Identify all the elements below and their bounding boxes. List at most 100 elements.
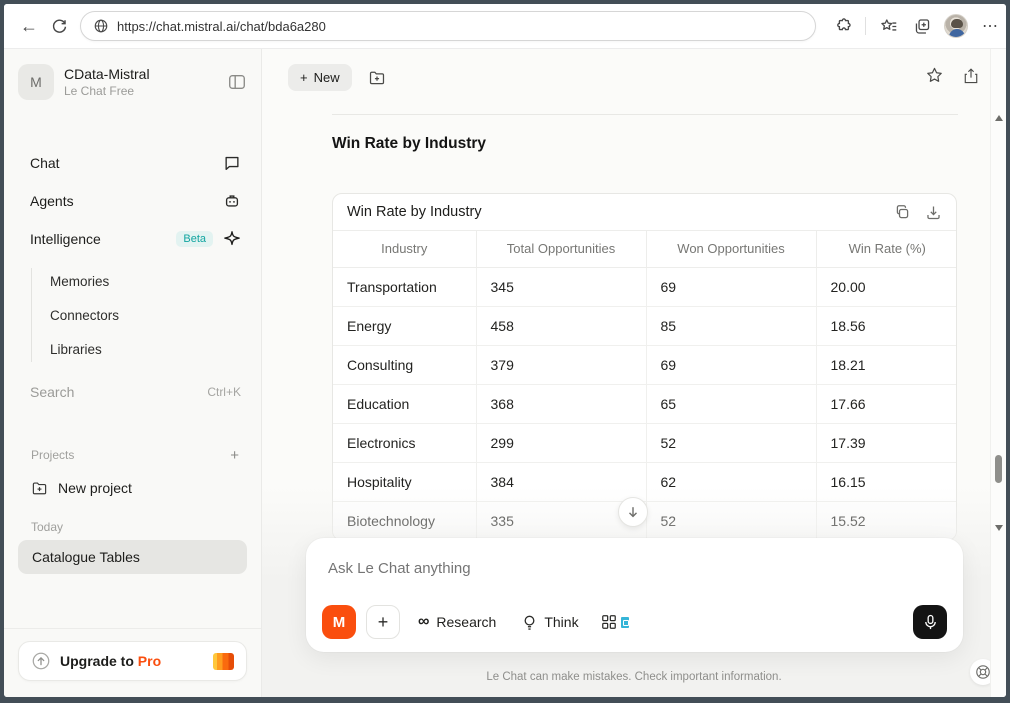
column-header: Won Opportunities	[646, 231, 817, 268]
search-label: Search	[30, 384, 75, 400]
collapse-sidebar-button[interactable]	[227, 72, 247, 92]
page-title: Win Rate by Industry	[332, 135, 487, 152]
nav-label: Intelligence	[30, 231, 101, 247]
table-header-row: Industry Total Opportunities Won Opportuni…	[333, 231, 956, 268]
pro-flag-icon	[213, 652, 234, 670]
search-button[interactable]: Search Ctrl+K	[4, 374, 261, 410]
chat-composer: M + ∞ Research Think	[306, 538, 963, 652]
browser-window: ← https://chat.mistral.ai/chat/bda6a280	[4, 4, 1006, 697]
new-chat-button[interactable]: + New	[288, 64, 352, 91]
table-cell: 69	[646, 345, 817, 385]
search-shortcut: Ctrl+K	[207, 385, 241, 399]
sub-label: Libraries	[50, 341, 102, 357]
scrollbar-thumb[interactable]	[995, 455, 1002, 483]
intelligence-subnav: Memories Connectors Libraries	[4, 264, 261, 366]
table-cell: Energy	[333, 306, 477, 346]
settings-more-button[interactable]: ⋯	[975, 11, 1005, 41]
scroll-to-bottom-button[interactable]	[618, 497, 648, 527]
toolbar-separator	[865, 17, 866, 35]
arrow-up-circle-icon	[31, 651, 51, 671]
favorites-button[interactable]	[873, 11, 903, 41]
extensions-button[interactable]	[828, 11, 858, 41]
plus-icon: +	[377, 611, 389, 632]
sub-label: Connectors	[50, 307, 120, 323]
research-toggle[interactable]: ∞ Research	[410, 605, 504, 639]
favorites-icon	[879, 17, 898, 36]
tools-button[interactable]	[601, 614, 629, 630]
history-item-catalogue-tables[interactable]: Catalogue Tables	[18, 540, 247, 574]
sidebar-item-memories[interactable]: Memories	[4, 264, 261, 298]
mistral-logo-button[interactable]: M	[322, 605, 356, 639]
table-row: Electronics 299 52 17.39	[333, 423, 956, 463]
think-toggle[interactable]: Think	[514, 605, 586, 639]
address-bar[interactable]: https://chat.mistral.ai/chat/bda6a280	[80, 11, 816, 41]
refresh-icon	[51, 18, 68, 35]
sidebar-item-intelligence[interactable]: Intelligence Beta	[4, 220, 261, 258]
table-cell: 299	[476, 423, 647, 463]
browser-toolbar: ← https://chat.mistral.ai/chat/bda6a280	[4, 4, 1006, 48]
upgrade-button[interactable]: Upgrade to Pro	[18, 641, 247, 681]
table-cell: 52	[646, 423, 817, 463]
table-row: Energy 458 85 18.56	[333, 306, 956, 346]
table-cell: 379	[476, 345, 647, 385]
new-project-button[interactable]: New project	[4, 470, 261, 506]
upgrade-plan: Pro	[137, 653, 162, 669]
column-header: Total Opportunities	[476, 231, 647, 268]
table-cell: 345	[476, 267, 647, 307]
table-cell: 368	[476, 384, 647, 424]
attach-button[interactable]: +	[366, 605, 400, 639]
nav-label: Chat	[30, 155, 60, 171]
today-section-label: Today	[31, 520, 64, 534]
table-cell: Consulting	[333, 345, 477, 385]
workspace-header[interactable]: M CData-Mistral Le Chat Free	[18, 64, 247, 100]
profile-avatar	[944, 14, 968, 38]
back-button[interactable]: ←	[14, 11, 44, 41]
new-project-label: New project	[58, 480, 132, 496]
table-cell: Electronics	[333, 423, 477, 463]
infinity-icon: ∞	[418, 613, 430, 630]
chat-input[interactable]	[328, 560, 728, 577]
share-button[interactable]	[962, 67, 980, 85]
globe-icon	[93, 18, 109, 34]
sidebar: M CData-Mistral Le Chat Free Chat Agents…	[4, 49, 262, 697]
table-row: Consulting 379 69 18.21	[333, 345, 956, 385]
refresh-button[interactable]	[44, 11, 74, 41]
table-cell: 69	[646, 267, 817, 307]
scrollbar-down-arrow[interactable]	[995, 525, 1003, 531]
table-row: Transportation 345 69 20.00	[333, 267, 956, 307]
favorite-chat-button[interactable]	[925, 66, 944, 85]
cursor-badge-icon	[620, 616, 629, 628]
sparkle-icon	[223, 230, 241, 248]
profile-button[interactable]	[941, 11, 971, 41]
content-divider	[332, 114, 958, 115]
sidebar-item-libraries[interactable]: Libraries	[4, 332, 261, 366]
sidebar-item-connectors[interactable]: Connectors	[4, 298, 261, 332]
microphone-icon	[923, 614, 938, 631]
upgrade-label: Upgrade to	[60, 653, 134, 669]
sidebar-item-agents[interactable]: Agents	[4, 182, 261, 220]
page-scrollbar[interactable]	[990, 49, 1006, 697]
sidebar-footer: Upgrade to Pro	[4, 628, 261, 697]
copy-table-button[interactable]	[894, 204, 911, 221]
table-cell: 18.21	[816, 345, 956, 385]
lightbulb-icon	[522, 614, 537, 631]
table-cell: 17.66	[816, 384, 956, 424]
add-project-button[interactable]: +	[230, 447, 239, 464]
url-text: https://chat.mistral.ai/chat/bda6a280	[117, 18, 326, 34]
scrollbar-up-arrow[interactable]	[995, 115, 1003, 121]
sidebar-item-chat[interactable]: Chat	[4, 144, 261, 182]
think-label: Think	[544, 614, 579, 630]
collections-button[interactable]	[907, 11, 937, 41]
table-cell: 20.00	[816, 267, 956, 307]
robot-icon	[223, 192, 241, 210]
add-to-project-button[interactable]	[368, 69, 386, 87]
column-header: Industry	[333, 231, 477, 268]
sidebar-nav: Chat Agents Intelligence Beta	[4, 144, 261, 258]
table-row: Education 368 65 17.66	[333, 384, 956, 424]
voice-input-button[interactable]	[913, 605, 947, 639]
table-cell: 65	[646, 384, 817, 424]
table-cell: Transportation	[333, 267, 477, 307]
extensions-icon	[834, 17, 852, 35]
toolbar-right: ⋯	[828, 11, 1006, 41]
download-table-button[interactable]	[925, 204, 942, 221]
